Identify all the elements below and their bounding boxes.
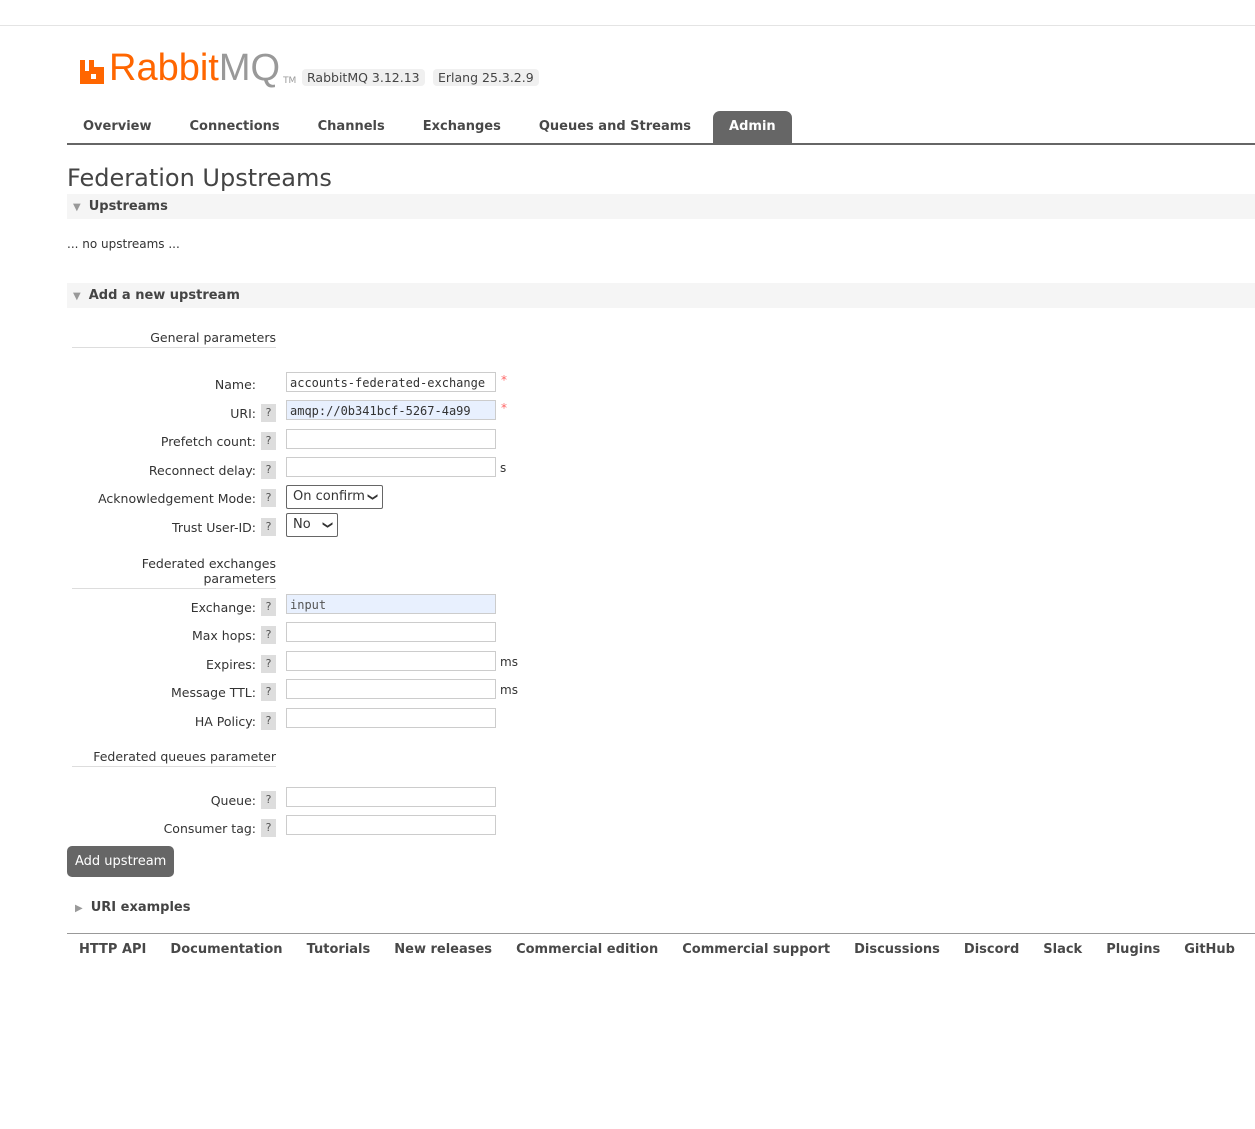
ha-policy-input[interactable] [286,708,496,728]
footer-link-plugins[interactable]: Plugins [1106,942,1160,957]
exchange-input[interactable]: input [286,594,496,614]
chevron-down-icon: ❯ [366,492,378,502]
footer-link-github[interactable]: GitHub [1184,942,1235,957]
help-icon[interactable]: ? [261,598,276,616]
rabbit-logo-icon [80,60,104,84]
help-icon[interactable]: ? [261,518,276,536]
trust-user-id-label: Trust User-ID: [172,520,256,535]
ack-mode-select[interactable]: On confirm ❯ [286,485,383,509]
federated-exchanges-heading: Federated exchanges parameters [72,556,276,589]
footer-link-http-api[interactable]: HTTP API [79,942,146,957]
reconnect-input[interactable] [286,457,496,477]
section-title: Add a new upstream [88,288,240,303]
footer-link-new-releases[interactable]: New releases [394,942,492,957]
max-hops-label: Max hops: [191,628,256,643]
help-icon[interactable]: ? [261,655,276,673]
name-input[interactable]: accounts-federated-exchange [286,372,496,392]
footer-link-tutorials[interactable]: Tutorials [307,942,371,957]
required-marker: * [501,401,507,415]
message-ttl-input[interactable] [286,679,496,699]
main-nav: Overview Connections Channels Exchanges … [67,111,1255,145]
help-icon[interactable]: ? [261,489,276,507]
help-icon[interactable]: ? [261,626,276,644]
required-marker: * [501,373,507,387]
tab-admin[interactable]: Admin [713,111,792,143]
add-upstream-button[interactable]: Add upstream [67,846,175,877]
uri-input[interactable]: amqp://0b341bcf-5267-4a99 [286,400,496,420]
erlang-badge: Erlang 25.3.2.9 [433,69,539,86]
selected-value: No [293,517,311,532]
logo-tm: TM [283,76,297,86]
tab-overview[interactable]: Overview [67,111,168,143]
consumer-tag-input[interactable] [286,815,496,835]
footer-link-slack[interactable]: Slack [1043,942,1082,957]
footer-link-commercial-support[interactable]: Commercial support [682,942,830,957]
queue-input[interactable] [286,787,496,807]
consumer-tag-label: Consumer tag: [163,821,256,836]
footer-links: HTTP API Documentation Tutorials New rel… [67,933,1255,957]
message-ttl-label: Message TTL: [171,685,256,700]
ha-policy-label: HA Policy: [194,714,256,729]
selected-value: On confirm [293,489,365,504]
unit-label: ms [500,683,518,697]
rabbitmq-logo[interactable]: RabbitMQ TM [78,47,297,89]
help-icon[interactable]: ? [261,683,276,701]
triangle-down-icon: ▼ [73,291,81,302]
prefetch-label: Prefetch count: [160,434,256,449]
version-badge: RabbitMQ 3.12.13 [302,69,425,86]
federated-queues-heading: Federated queues parameter [72,749,276,767]
help-icon[interactable]: ? [261,712,276,730]
footer-link-commercial-edition[interactable]: Commercial edition [516,942,658,957]
logo-wordmark: RabbitMQ [109,47,281,89]
help-icon[interactable]: ? [261,819,276,837]
help-icon[interactable]: ? [261,404,276,422]
top-border [0,25,1255,26]
general-parameters-heading: General parameters [72,330,276,348]
ack-mode-label: Acknowledgement Mode: [98,491,256,506]
help-icon[interactable]: ? [261,461,276,479]
chevron-down-icon: ❯ [321,520,333,530]
tab-connections[interactable]: Connections [174,111,296,143]
help-icon[interactable]: ? [261,791,276,809]
unit-label: s [500,461,507,475]
uri-label: URI: [230,406,256,421]
expires-input[interactable] [286,651,496,671]
section-title: URI examples [90,900,191,915]
tab-channels[interactable]: Channels [302,111,401,143]
footer-link-discord[interactable]: Discord [964,942,1019,957]
trust-user-id-select[interactable]: No ❯ [286,513,338,537]
reconnect-label: Reconnect delay: [148,463,256,478]
unit-label: ms [500,655,518,669]
section-title: Upstreams [88,199,168,214]
exchange-label: Exchange: [190,600,256,615]
tab-queues[interactable]: Queues and Streams [523,111,707,143]
no-upstreams-text: ... no upstreams ... [67,237,180,251]
upstreams-section-toggle[interactable]: ▼ Upstreams [67,194,1255,219]
tab-exchanges[interactable]: Exchanges [407,111,517,143]
page-title: Federation Upstreams [67,164,332,192]
uri-examples-toggle[interactable]: ▶ URI examples [67,900,190,915]
footer-link-documentation[interactable]: Documentation [170,942,282,957]
add-upstream-section-toggle[interactable]: ▼ Add a new upstream [67,283,1255,308]
expires-label: Expires: [206,657,256,672]
name-label: Name: [214,377,256,392]
prefetch-input[interactable] [286,429,496,449]
queue-label: Queue: [210,793,256,808]
footer-link-discussions[interactable]: Discussions [854,942,940,957]
max-hops-input[interactable] [286,622,496,642]
triangle-down-icon: ▼ [73,202,81,213]
help-icon[interactable]: ? [261,432,276,450]
triangle-right-icon: ▶ [75,903,83,914]
